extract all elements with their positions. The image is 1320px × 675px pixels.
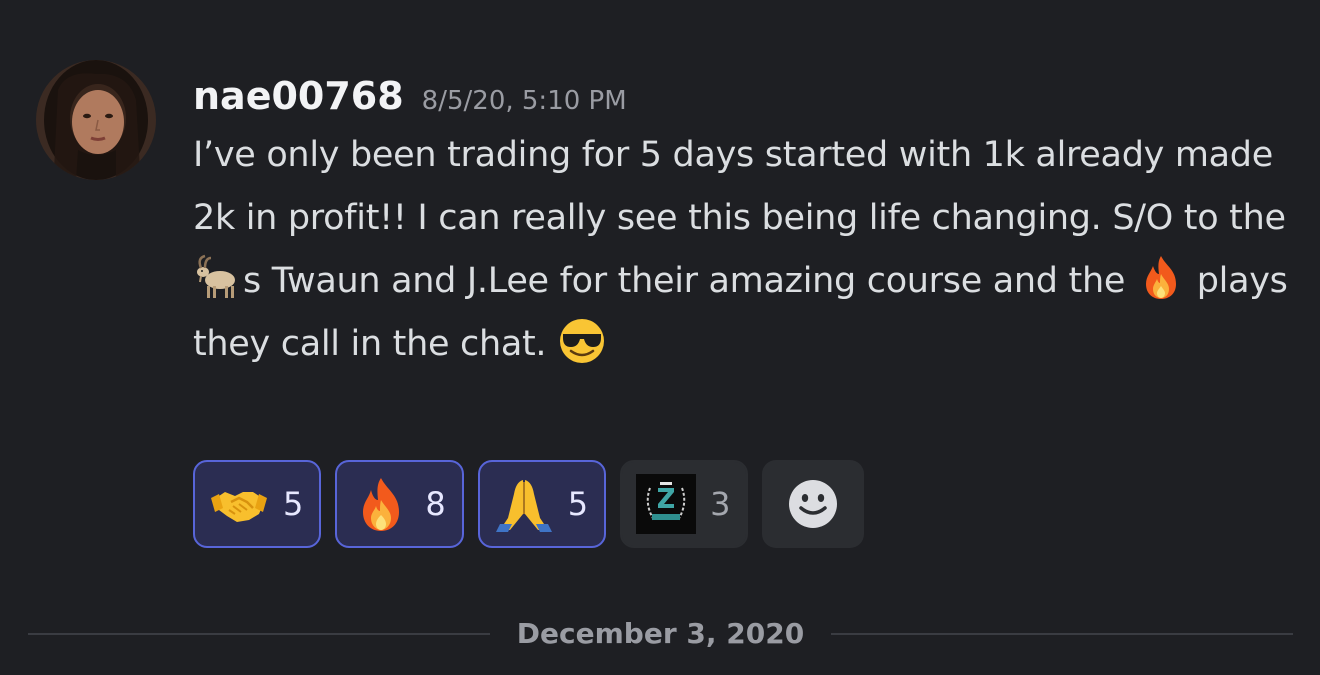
- reaction-count: 3: [710, 485, 731, 523]
- folded-hands-icon: [494, 474, 554, 534]
- date-divider: December 3, 2020: [28, 612, 1293, 656]
- avatar-photo-icon: [36, 60, 156, 180]
- fire-icon: [351, 474, 411, 534]
- smiley-add-icon: [789, 480, 838, 528]
- chat-message: nae00768 8/5/20, 5:10 PM I’ve only been t…: [0, 0, 1320, 590]
- handshake-icon: [209, 474, 269, 534]
- date-divider-label: December 3, 2020: [516, 617, 805, 650]
- message-timestamp: 8/5/20, 5:10 PM: [421, 86, 627, 116]
- custom-server-logo-icon: [636, 474, 697, 534]
- reactions-bar: 5 8 5 3: [193, 460, 865, 550]
- reaction-fire[interactable]: 8: [335, 460, 464, 548]
- message-body: I’ve only been trading for 5 days starte…: [193, 124, 1303, 376]
- username[interactable]: nae00768: [193, 70, 404, 122]
- reaction-count: 8: [425, 485, 446, 523]
- smiling-face-with-sunglasses-icon: [557, 315, 607, 365]
- reaction-count: 5: [567, 485, 589, 523]
- fire-icon: [1136, 252, 1186, 302]
- user-avatar[interactable]: [36, 60, 156, 180]
- message-text-part-2: s Twaun and J.Lee for their amazing cour…: [243, 261, 1136, 301]
- reaction-custom-server-logo[interactable]: 3: [620, 460, 749, 548]
- reaction-folded-hands[interactable]: 5: [477, 460, 607, 548]
- divider-line-left: [28, 633, 490, 635]
- message-text-part-1: I’ve only been trading for 5 days starte…: [193, 135, 1286, 238]
- message-header: nae00768 8/5/20, 5:10 PM: [193, 70, 627, 122]
- goat-icon: [193, 252, 243, 302]
- divider-line-right: [831, 633, 1293, 635]
- reaction-count: 5: [283, 485, 304, 523]
- reaction-handshake[interactable]: 5: [193, 460, 322, 548]
- add-reaction-button[interactable]: [762, 460, 865, 548]
